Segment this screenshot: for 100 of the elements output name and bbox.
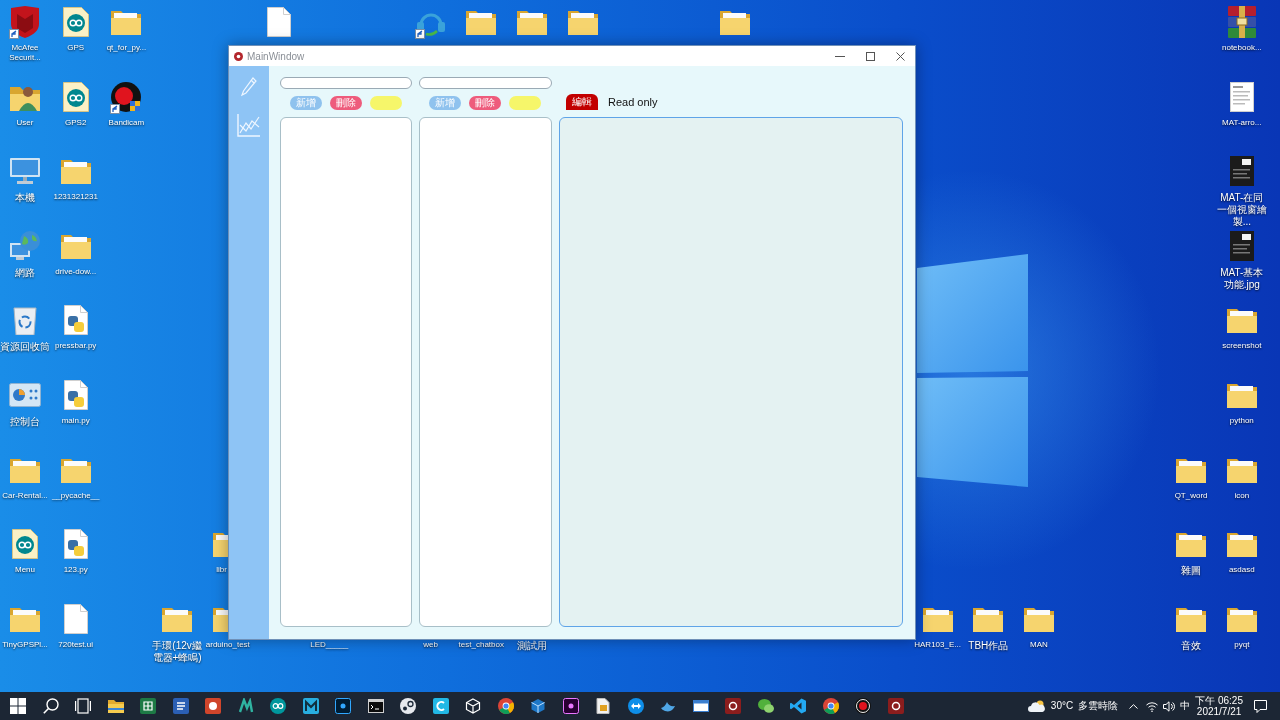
- chat-icon[interactable]: [757, 698, 774, 714]
- desktop-icon-label[interactable]: arduino_test: [205, 639, 250, 650]
- input-field[interactable]: [280, 77, 412, 89]
- desktop-icon-label[interactable]: test_chatbox: [458, 639, 504, 650]
- record-icon[interactable]: [111, 81, 142, 112]
- desktop-icon-label[interactable]: web: [423, 639, 438, 650]
- desktop-icon-label[interactable]: 720test.ui: [58, 639, 94, 650]
- desktop-icon-label[interactable]: 資源回收筒: [0, 341, 50, 354]
- shield-logo-icon[interactable]: [10, 6, 40, 38]
- image-editor-icon[interactable]: [335, 698, 352, 714]
- desktop-icon-label[interactable]: TinyGPSPl...: [2, 639, 48, 650]
- desktop-icon-label[interactable]: 網路: [15, 266, 35, 279]
- desktop-icon-label[interactable]: __pycache__: [51, 490, 100, 501]
- folder-icon[interactable]: [107, 698, 124, 714]
- screenshot-thumbnail-icon[interactable]: [1229, 156, 1254, 187]
- desktop-icon-label[interactable]: asdasd: [1228, 565, 1255, 575]
- folder-icon[interactable]: [1176, 531, 1207, 558]
- document-thumbnail-icon[interactable]: [1229, 81, 1254, 112]
- desktop-icon-label[interactable]: 本機: [15, 192, 35, 205]
- record-icon[interactable]: [855, 698, 872, 714]
- desktop-icon-label[interactable]: TBH作品: [968, 639, 1009, 652]
- desktop-icon-label[interactable]: Car-Rental...: [2, 490, 48, 501]
- circle-badge-file-icon[interactable]: [12, 529, 38, 560]
- circle-logo-icon[interactable]: [400, 698, 417, 714]
- control-panel-icon[interactable]: [9, 383, 41, 407]
- desktop-icon-label[interactable]: User: [16, 117, 34, 128]
- code-editor-icon[interactable]: [790, 698, 807, 714]
- recycle-bin-icon[interactable]: [13, 305, 37, 336]
- desktop-icon-label[interactable]: GPS2: [65, 117, 87, 128]
- script-file-icon[interactable]: [63, 529, 88, 560]
- desktop-icon-label[interactable]: 測試用: [517, 639, 547, 652]
- desktop-icon-label[interactable]: QT_word: [1174, 490, 1208, 501]
- desktop-icon-label[interactable]: pyqt: [1234, 639, 1250, 650]
- network-icon[interactable]: [10, 230, 40, 261]
- spreadsheet-icon[interactable]: [140, 698, 157, 714]
- desktop-icon-label[interactable]: 1231321231: [53, 192, 98, 202]
- desktop-icon-label[interactable]: 123.py: [63, 565, 88, 575]
- circle-badge-file-icon[interactable]: [62, 7, 89, 37]
- browser-icon[interactable]: [822, 698, 839, 714]
- video-editor-icon[interactable]: [562, 698, 579, 714]
- folder-icon[interactable]: [517, 9, 547, 35]
- app-icon[interactable]: [432, 698, 449, 714]
- desktop-icon-label[interactable]: 雜圖: [1181, 565, 1202, 578]
- desktop-icon-label[interactable]: Bandicam: [108, 117, 145, 128]
- chevron-up-icon[interactable]: [1129, 703, 1139, 709]
- delete-button[interactable]: 刪除: [330, 96, 362, 110]
- desktop-icon-label[interactable]: 音效: [1181, 639, 1202, 652]
- desktop-icon-label[interactable]: libr: [216, 565, 227, 575]
- cube-icon[interactable]: [465, 698, 482, 714]
- wifi-icon[interactable]: [1146, 700, 1159, 712]
- desktop-icon-label[interactable]: icon: [1234, 490, 1250, 501]
- text-document-icon[interactable]: [172, 698, 189, 714]
- desktop-icon-label[interactable]: Menu: [15, 565, 35, 575]
- edit-button[interactable]: 編輯: [566, 94, 598, 110]
- desktop-icon-label[interactable]: main.py: [61, 416, 90, 426]
- maximize-icon[interactable]: [865, 51, 875, 61]
- app-icon[interactable]: [302, 698, 319, 714]
- desktop-icon-label[interactable]: MAN: [1030, 639, 1048, 650]
- script-file-icon[interactable]: [63, 305, 88, 336]
- app-icon[interactable]: [725, 698, 742, 714]
- cube-icon[interactable]: [530, 698, 547, 714]
- desktop-icon-label[interactable]: screenshot: [1222, 341, 1262, 351]
- task-view-icon[interactable]: [75, 698, 92, 714]
- volume-icon[interactable]: [1163, 700, 1176, 712]
- presentation-icon[interactable]: [205, 698, 222, 714]
- desktop-icon-label[interactable]: MAT-arro...: [1222, 117, 1262, 128]
- desktop-icon-label[interactable]: LED_____: [310, 639, 349, 650]
- script-file-icon[interactable]: [63, 380, 88, 410]
- window-icon[interactable]: [692, 698, 709, 714]
- circle-badge-file-icon[interactable]: [62, 81, 89, 112]
- app-icon[interactable]: [887, 698, 904, 714]
- notification-icon[interactable]: [1254, 699, 1267, 713]
- input-method-indicator[interactable]: 中: [1180, 700, 1191, 712]
- desktop-icon-label[interactable]: drive-dow...: [55, 266, 97, 277]
- browser-icon[interactable]: [497, 698, 514, 714]
- desktop-icon-label[interactable]: qt_for_py...: [106, 43, 147, 53]
- desktop-icon-label[interactable]: notebook...: [1222, 43, 1262, 53]
- weather-cloud-icon[interactable]: [1027, 700, 1046, 712]
- terminal-icon[interactable]: [367, 698, 384, 714]
- close-icon[interactable]: [895, 51, 905, 61]
- desktop-icon-label[interactable]: pressbar.py: [55, 341, 97, 351]
- minimize-icon[interactable]: [835, 55, 845, 57]
- delete-button[interactable]: 刪除: [469, 96, 501, 110]
- desktop-icon-label[interactable]: MAT-在同一個視窗繪製...: [1216, 192, 1267, 229]
- file-icon[interactable]: [63, 603, 88, 634]
- stacked-books-icon[interactable]: [1226, 6, 1257, 38]
- input-field[interactable]: [419, 77, 552, 89]
- file-icon[interactable]: [266, 7, 291, 37]
- search-icon[interactable]: [42, 698, 59, 714]
- zigzag-icon[interactable]: [237, 698, 254, 714]
- desktop-icon-label[interactable]: 手環(12v繼電器+蜂鳴): [152, 639, 203, 664]
- desktop-icon-label[interactable]: McAfee Securit...: [0, 43, 50, 63]
- desktop-icon-label[interactable]: GPS: [67, 43, 85, 53]
- infinity-icon[interactable]: [270, 698, 287, 714]
- folder-icon[interactable]: [466, 9, 497, 35]
- desktop-icon-label[interactable]: HAR103_E...: [914, 639, 961, 650]
- desktop-icon-label[interactable]: MAT-基本功能.jpg: [1216, 266, 1267, 291]
- desktop-icon-label[interactable]: python: [1229, 416, 1254, 426]
- start-icon[interactable]: [10, 698, 27, 714]
- desktop-icon-label[interactable]: 控制台: [10, 416, 40, 428]
